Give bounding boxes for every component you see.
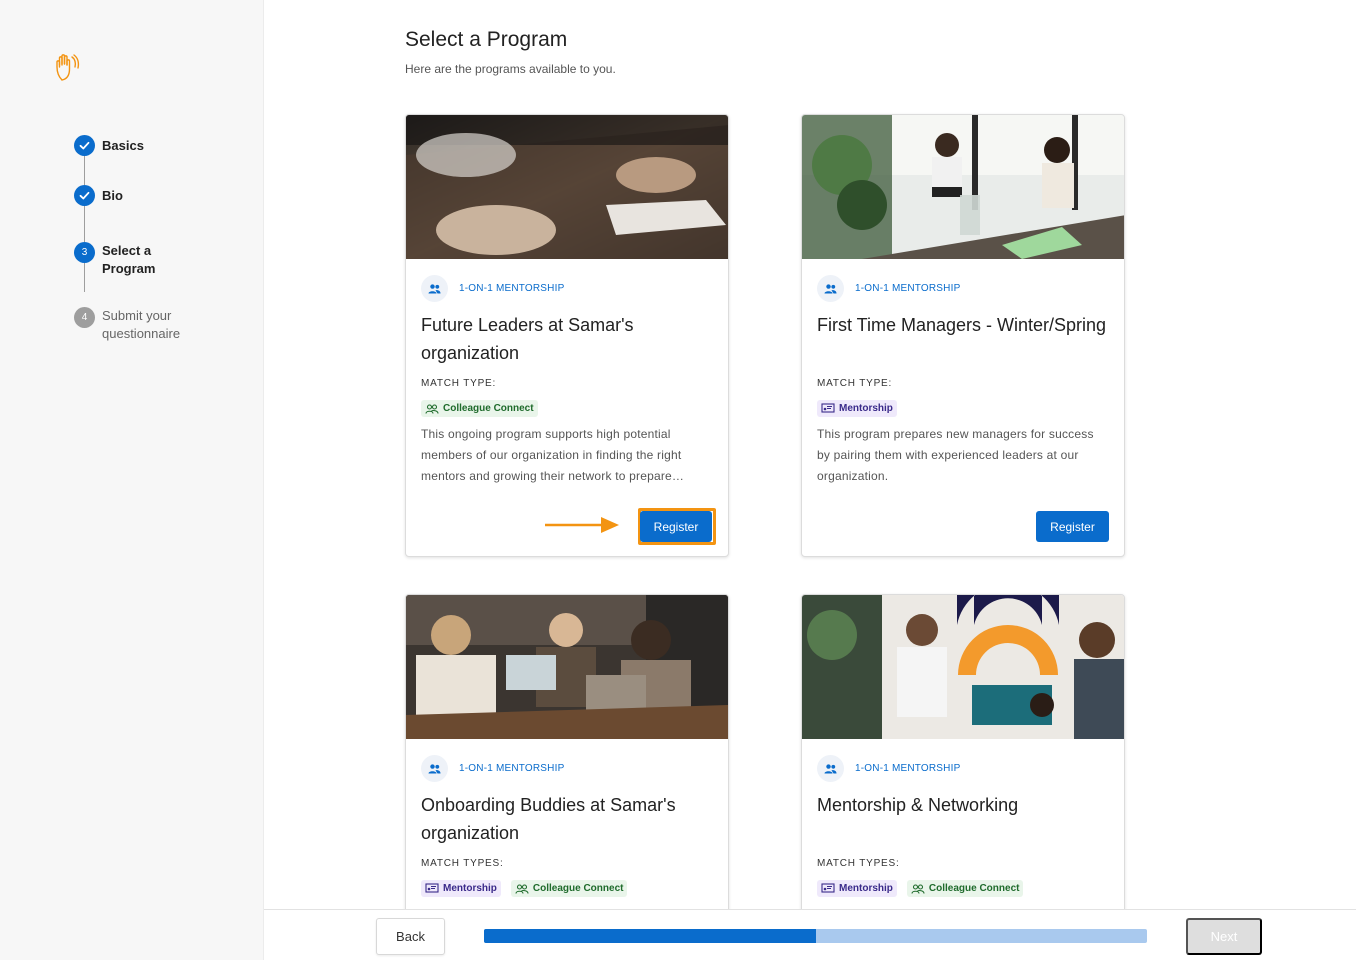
colleague-connect-badge: Colleague Connect [906,880,1024,897]
program-card: 1-ON-1 MENTORSHIP Onboarding Buddies at … [405,594,729,909]
progress-bar [484,929,1147,943]
group-icon [425,403,439,414]
wizard-footer: Back Next [264,909,1356,960]
main-content: Select a Program Here are the programs a… [264,0,1356,909]
group-icon [515,883,529,894]
step-number: 4 [74,307,95,328]
hand-logo-icon [56,54,80,81]
program-card: 1-ON-1 MENTORSHIP First Time Managers - … [801,114,1125,557]
people-icon [817,755,844,782]
program-description: This program prepares new managers for s… [817,427,1094,483]
register-button[interactable]: Register [640,511,712,542]
step-label: Submit your questionnaire [102,307,222,343]
people-icon [817,275,844,302]
program-type: 1-ON-1 MENTORSHIP [421,275,564,302]
match-type-label: MATCH TYPE: [817,378,893,389]
step-label-line: Select a [102,243,152,258]
program-image [802,115,1124,259]
program-image [802,595,1124,739]
step-label: Select a Program [102,242,222,278]
program-type-label: 1-ON-1 MENTORSHIP [855,763,961,774]
badge-label: Colleague Connect [532,883,624,894]
match-type-label: MATCH TYPE: [421,378,497,389]
program-type-label: 1-ON-1 MENTORSHIP [459,283,565,294]
match-type-label: MATCH TYPES: [421,858,504,869]
program-type-label: 1-ON-1 MENTORSHIP [855,283,961,294]
presentation-icon [821,883,835,893]
badge-label: Mentorship [839,883,893,894]
page-subtitle: Here are the programs available to you. [405,62,616,76]
program-card: 1-ON-1 MENTORSHIP Mentorship & Networkin… [801,594,1125,909]
program-title: Future Leaders at Samar's organization [421,315,634,363]
page-title: Select a Program [405,28,568,51]
sidebar: Basics Bio 3 Select a Program 4 Submit y… [0,0,264,960]
match-type-label: MATCH TYPES: [817,858,900,869]
badge-label: Colleague Connect [443,403,534,414]
program-image [406,595,728,739]
step-label-line: Submit your [102,308,172,323]
step-connector [84,206,85,242]
match-badges: Colleague Connect [421,400,538,417]
step-label: Bio [102,188,123,203]
check-icon [74,185,95,206]
match-badges: Mentorship Colleague Connect [817,880,1024,897]
people-icon [421,275,448,302]
mentorship-badge: Mentorship [421,880,501,897]
next-button[interactable]: Next [1186,918,1262,955]
step-connector [84,156,85,185]
mentorship-badge: Mentorship [817,880,897,897]
program-image [406,115,728,259]
program-card: 1-ON-1 MENTORSHIP Future Leaders at Sama… [405,114,729,557]
arrow-right-icon [545,517,619,533]
step-label-line: questionnaire [102,326,181,341]
step-label: Basics [102,138,144,153]
presentation-icon [425,883,439,893]
back-button[interactable]: Back [376,918,445,955]
program-title: First Time Managers - Winter/Spring [817,315,1107,335]
mentorship-badge: Mentorship [817,400,897,417]
match-badges: Mentorship [817,400,897,417]
check-icon [74,135,95,156]
people-icon [421,755,448,782]
program-type: 1-ON-1 MENTORSHIP [817,275,960,302]
badge-label: Colleague Connect [928,883,1020,894]
program-type: 1-ON-1 MENTORSHIP [817,755,960,782]
step-label-line: Program [102,261,156,276]
program-type: 1-ON-1 MENTORSHIP [421,755,564,782]
badge-label: Mentorship [443,883,497,894]
step-connector [84,262,85,292]
colleague-connect-badge: Colleague Connect [510,880,628,897]
register-button[interactable]: Register [1036,511,1109,542]
presentation-icon [821,403,835,413]
program-description: This ongoing program supports high poten… [421,427,685,483]
program-title: Onboarding Buddies at Samar's organizati… [421,795,676,843]
badge-label: Mentorship [839,403,893,414]
program-type-label: 1-ON-1 MENTORSHIP [459,763,565,774]
colleague-connect-badge: Colleague Connect [421,400,538,417]
group-icon [911,883,925,894]
progress-bar-fill [484,929,816,943]
step-number: 3 [74,242,95,263]
match-badges: Mentorship Colleague Connect [421,880,628,897]
program-title: Mentorship & Networking [817,795,1019,815]
